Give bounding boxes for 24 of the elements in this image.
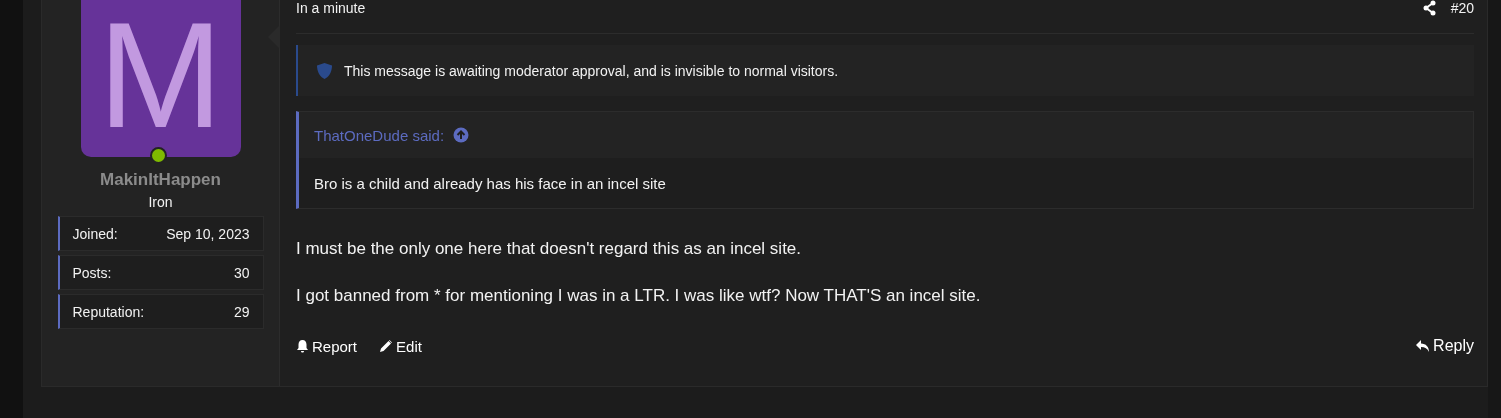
stat-value: 29 [233,303,250,320]
reply-link[interactable]: Reply [1415,337,1474,355]
share-icon[interactable] [1421,0,1437,16]
post-number[interactable]: #20 [1450,0,1474,16]
post-paragraph: I must be the only one here that doesn't regard this as an incel site. [296,239,803,259]
post-time[interactable]: In a minute [296,0,366,16]
pencil-icon [379,339,394,353]
avatar[interactable]: M [80,0,241,157]
stat-label: Joined: [72,225,118,242]
arrow-up-circle-icon[interactable] [453,127,470,143]
action-link[interactable]: Edit [379,337,422,355]
reply-icon [1415,339,1431,353]
stat-label: Reputation: [72,303,145,320]
bell-icon [296,339,309,353]
quote-text: Bro is a child and already has his face in an incel site [313,173,667,194]
stat-value: Sep 10, 2023 [166,225,250,242]
user-rank: Iron [148,194,173,210]
notice-text: This message is awaiting moderator approval, and is invisible to normal visitors. [344,62,839,79]
stat-label: Posts: [72,264,112,281]
shield-icon [316,61,333,80]
stat-value: 30 [233,264,250,281]
username[interactable]: MakinItHappen [100,170,221,190]
post-paragraph: I got banned from * for mentioning I was in a LTR. I was like wtf? Now THAT'S an incel site. [296,286,982,306]
action-link[interactable]: Report [296,337,358,355]
